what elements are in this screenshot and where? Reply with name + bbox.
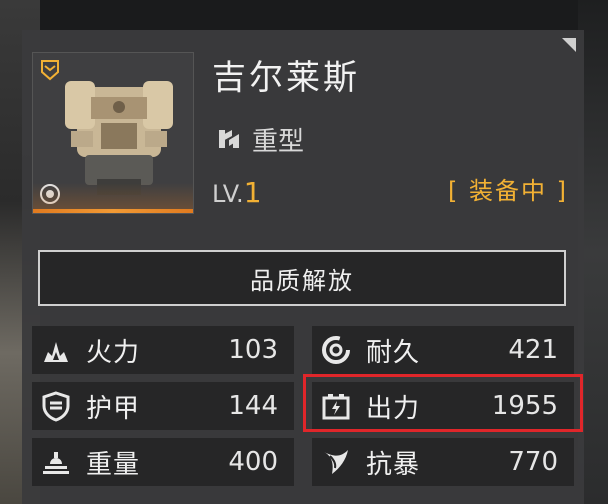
stat-crit-resist: 抗暴 770	[312, 438, 574, 486]
stat-value: 421	[508, 335, 558, 365]
stat-value: 144	[228, 391, 278, 421]
mech-part-image	[65, 81, 173, 195]
durability-icon	[322, 336, 350, 364]
weight-icon	[43, 452, 69, 474]
unit-type-label: 重型	[252, 126, 305, 157]
crit-resist-icon	[324, 450, 348, 474]
unit-name: 吉尔莱斯	[212, 58, 360, 98]
equipped-status: [ 装备中 ]	[448, 177, 568, 205]
power-output-highlight-box	[303, 374, 583, 432]
stat-label: 抗暴	[366, 449, 421, 480]
unit-type: 重型	[216, 122, 305, 157]
stat-durability: 耐久 421	[312, 326, 574, 374]
level-prefix: LV.	[212, 180, 244, 208]
stat-label: 重量	[86, 449, 141, 480]
firepower-icon	[44, 342, 68, 362]
stat-firepower: 火力 103	[32, 326, 294, 374]
stat-label: 护甲	[86, 393, 141, 424]
level-number: 1	[243, 176, 262, 209]
stat-label: 耐久	[366, 337, 421, 368]
background-top	[0, 0, 608, 34]
unit-level: LV.1	[212, 176, 262, 211]
rarity-bar	[33, 209, 193, 213]
stat-value: 770	[508, 447, 558, 477]
armor-icon	[42, 391, 70, 422]
stat-weight: 重量 400	[32, 438, 294, 486]
stat-value: 400	[228, 447, 278, 477]
quality-release-button[interactable]: 品质解放	[38, 250, 566, 306]
portrait-glow	[33, 183, 193, 209]
panel-corner-marker	[562, 38, 576, 52]
heavy-type-icon	[219, 130, 239, 148]
stat-armor: 护甲 144	[32, 382, 294, 430]
unit-portrait[interactable]	[32, 52, 194, 214]
stat-value: 103	[228, 335, 278, 365]
stat-label: 火力	[86, 337, 141, 368]
